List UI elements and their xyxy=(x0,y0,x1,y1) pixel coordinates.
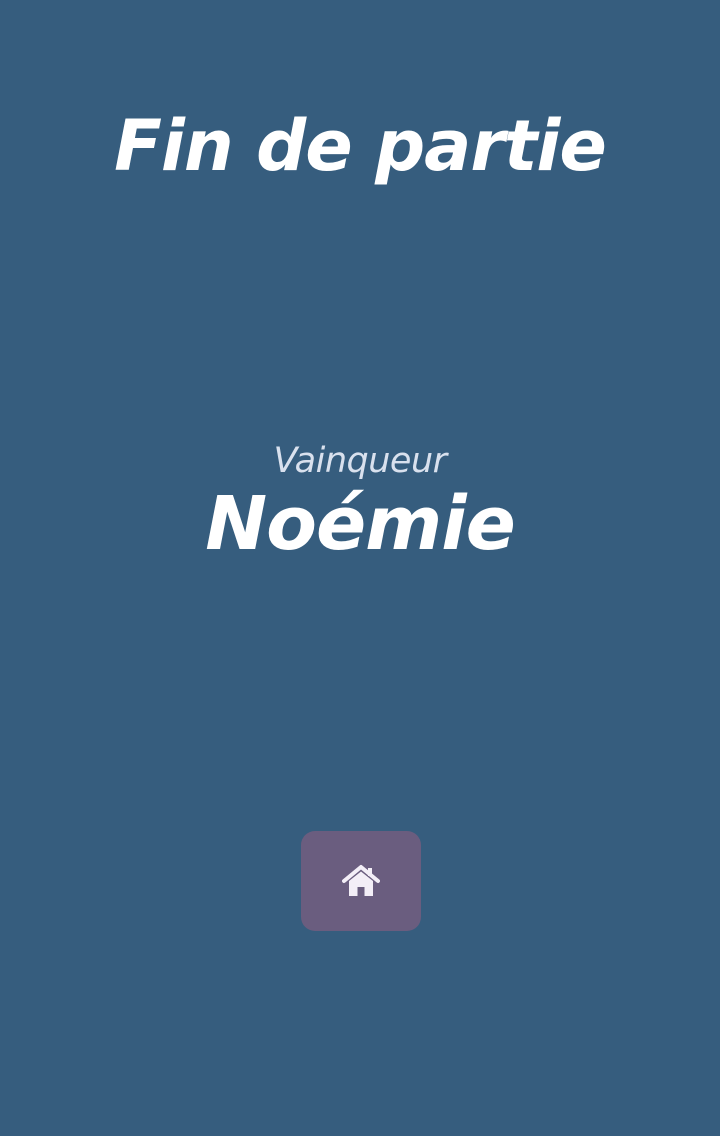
winner-section: Vainqueur Noémie xyxy=(0,440,720,565)
winner-label: Vainqueur xyxy=(273,441,447,481)
game-over-screen: Fin de partie Vainqueur Noémie xyxy=(0,0,720,1136)
page-title: Fin de partie xyxy=(114,105,607,187)
home-icon xyxy=(342,865,380,896)
home-button[interactable] xyxy=(301,831,421,931)
winner-name: Noémie xyxy=(205,481,516,567)
